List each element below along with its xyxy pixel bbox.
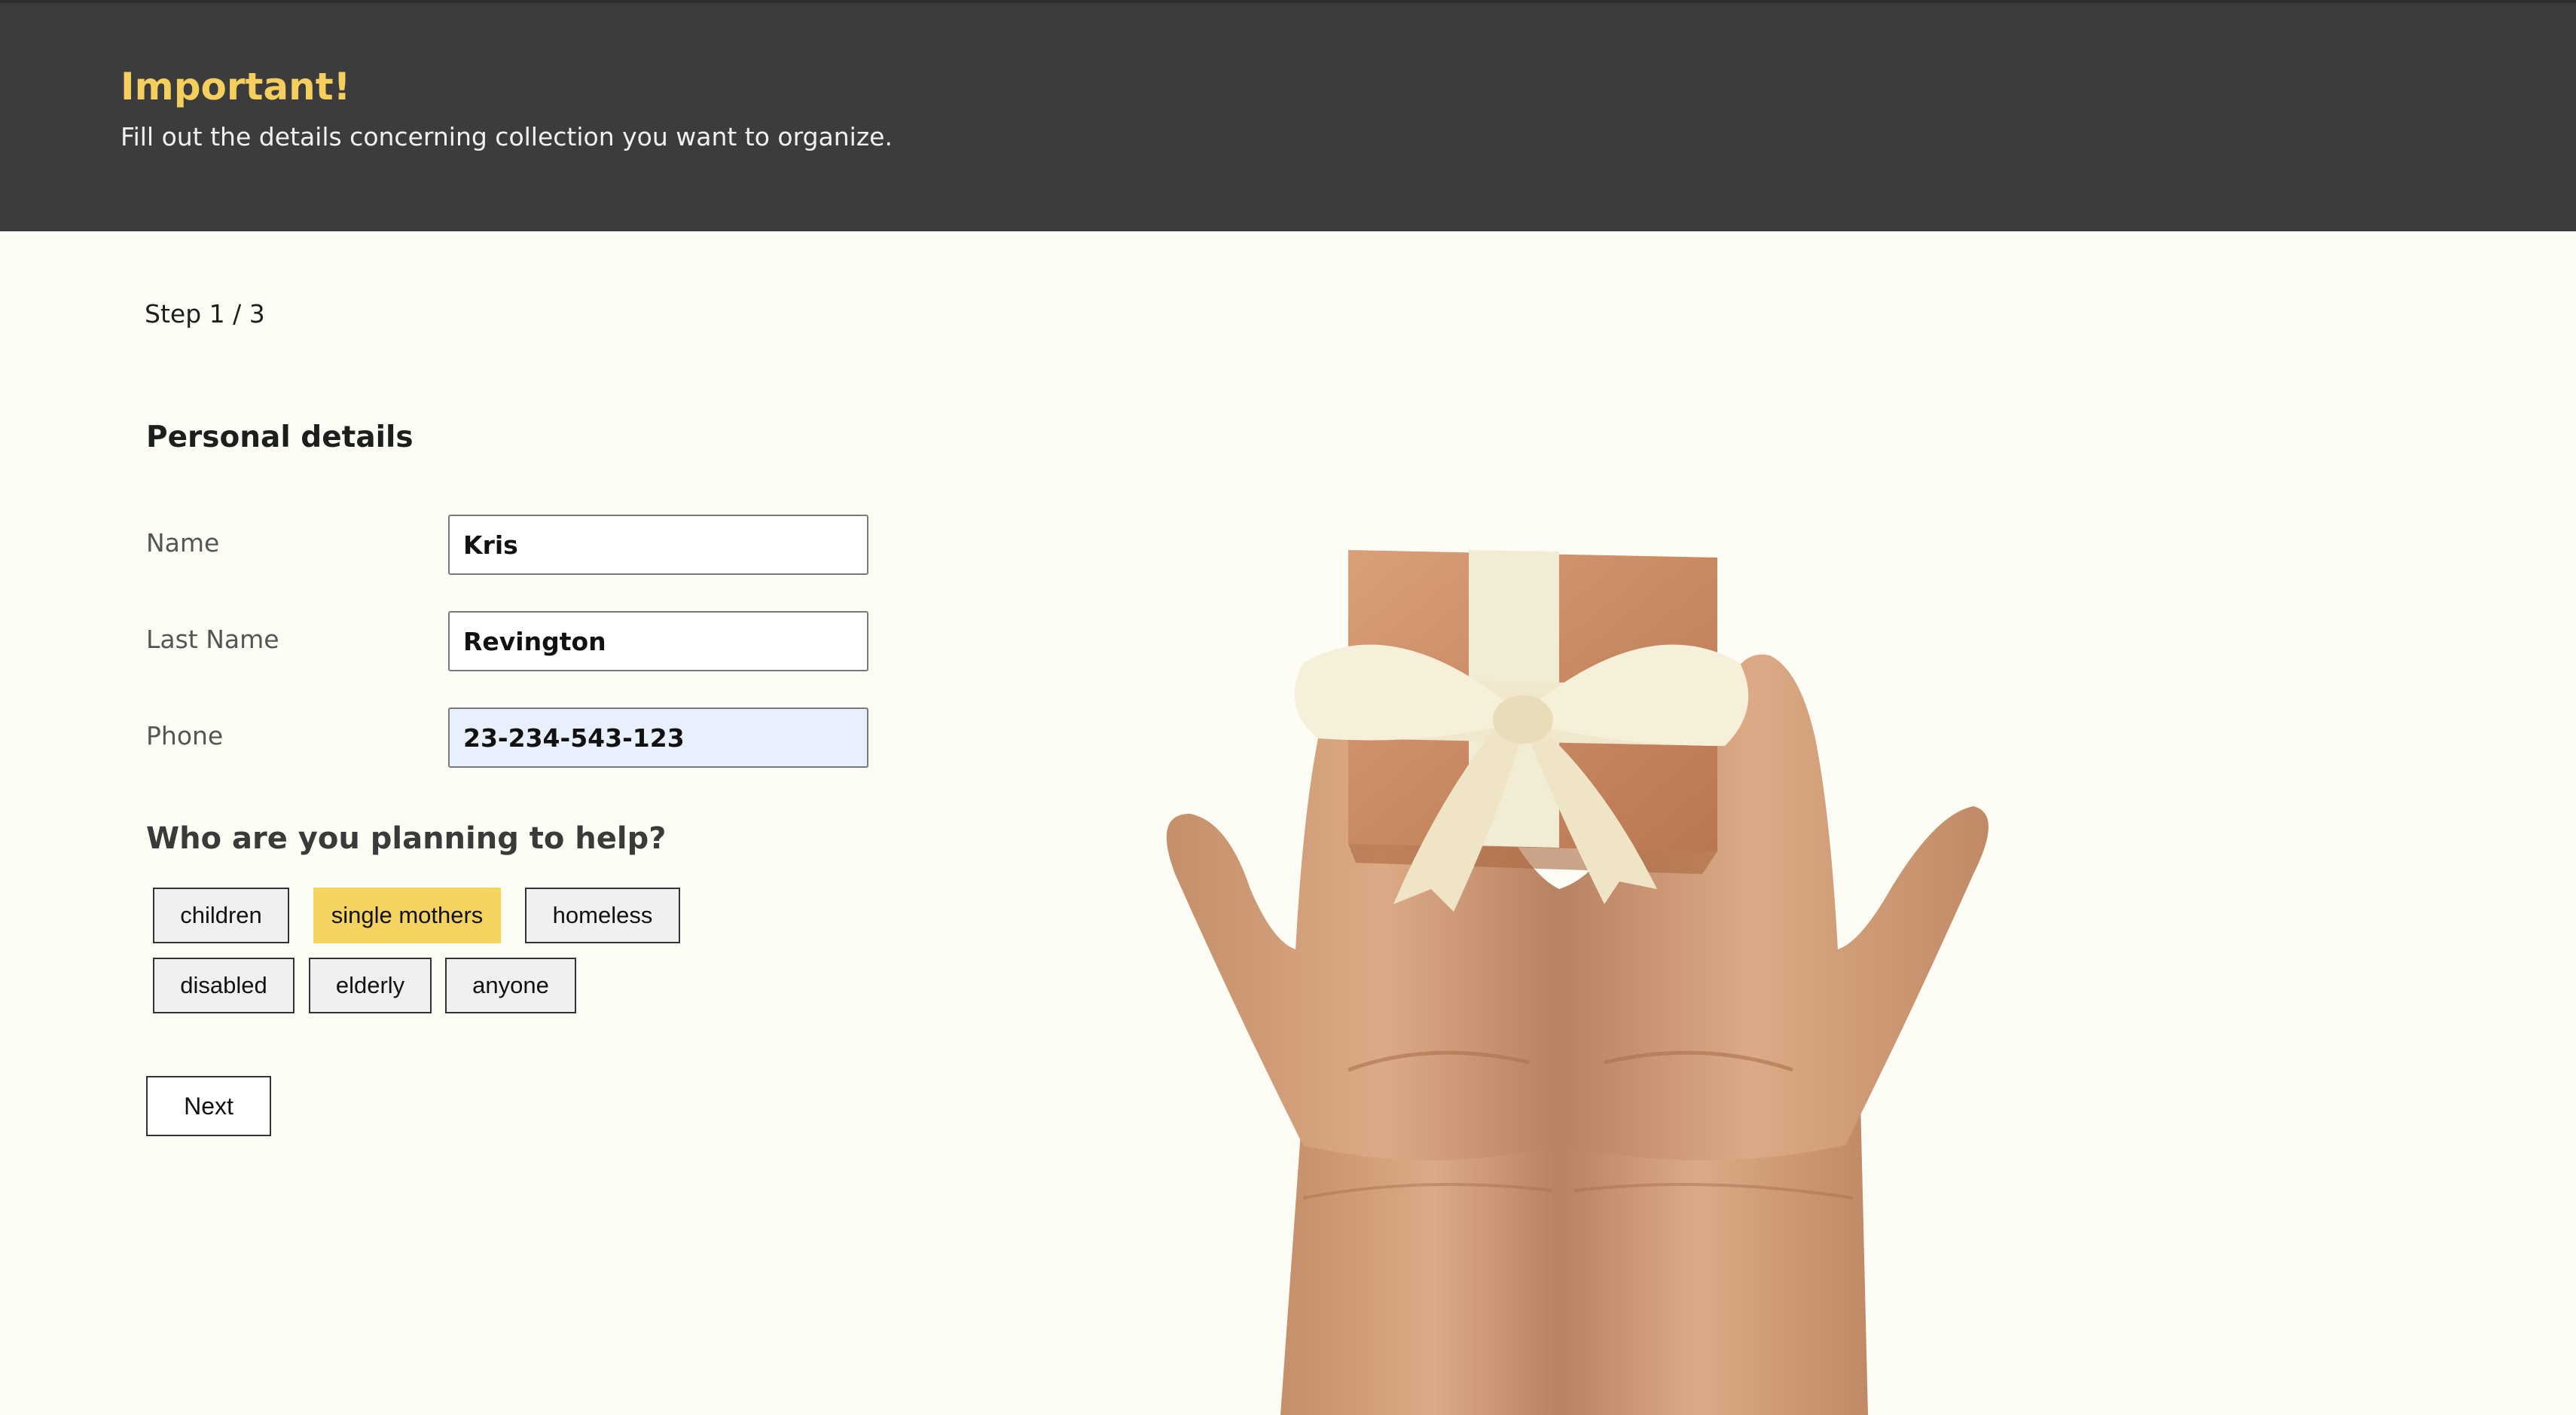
chip-anyone[interactable]: anyone: [445, 958, 576, 1013]
phone-input[interactable]: [448, 708, 868, 768]
chip-elderly[interactable]: elderly: [309, 958, 432, 1013]
chip-disabled[interactable]: disabled: [153, 958, 295, 1013]
last-name-label: Last Name: [146, 625, 279, 654]
section-title: Personal details: [146, 420, 414, 454]
next-button[interactable]: Next: [146, 1076, 271, 1136]
chip-single-mothers[interactable]: single mothers: [313, 888, 501, 943]
hands-holding-gift-image: [1166, 550, 1988, 1415]
header-banner: Important! Fill out the details concerni…: [0, 0, 2576, 231]
chip-homeless[interactable]: homeless: [525, 888, 680, 943]
help-question: Who are you planning to help?: [146, 821, 667, 856]
name-label: Name: [146, 528, 220, 558]
header-title: Important!: [121, 65, 351, 108]
step-indicator: Step 1 / 3: [145, 299, 265, 329]
header-subtitle: Fill out the details concerning collecti…: [121, 122, 893, 151]
last-name-input[interactable]: [448, 611, 868, 671]
chip-children[interactable]: children: [153, 888, 289, 943]
name-input[interactable]: [448, 515, 868, 575]
phone-label: Phone: [146, 721, 224, 750]
